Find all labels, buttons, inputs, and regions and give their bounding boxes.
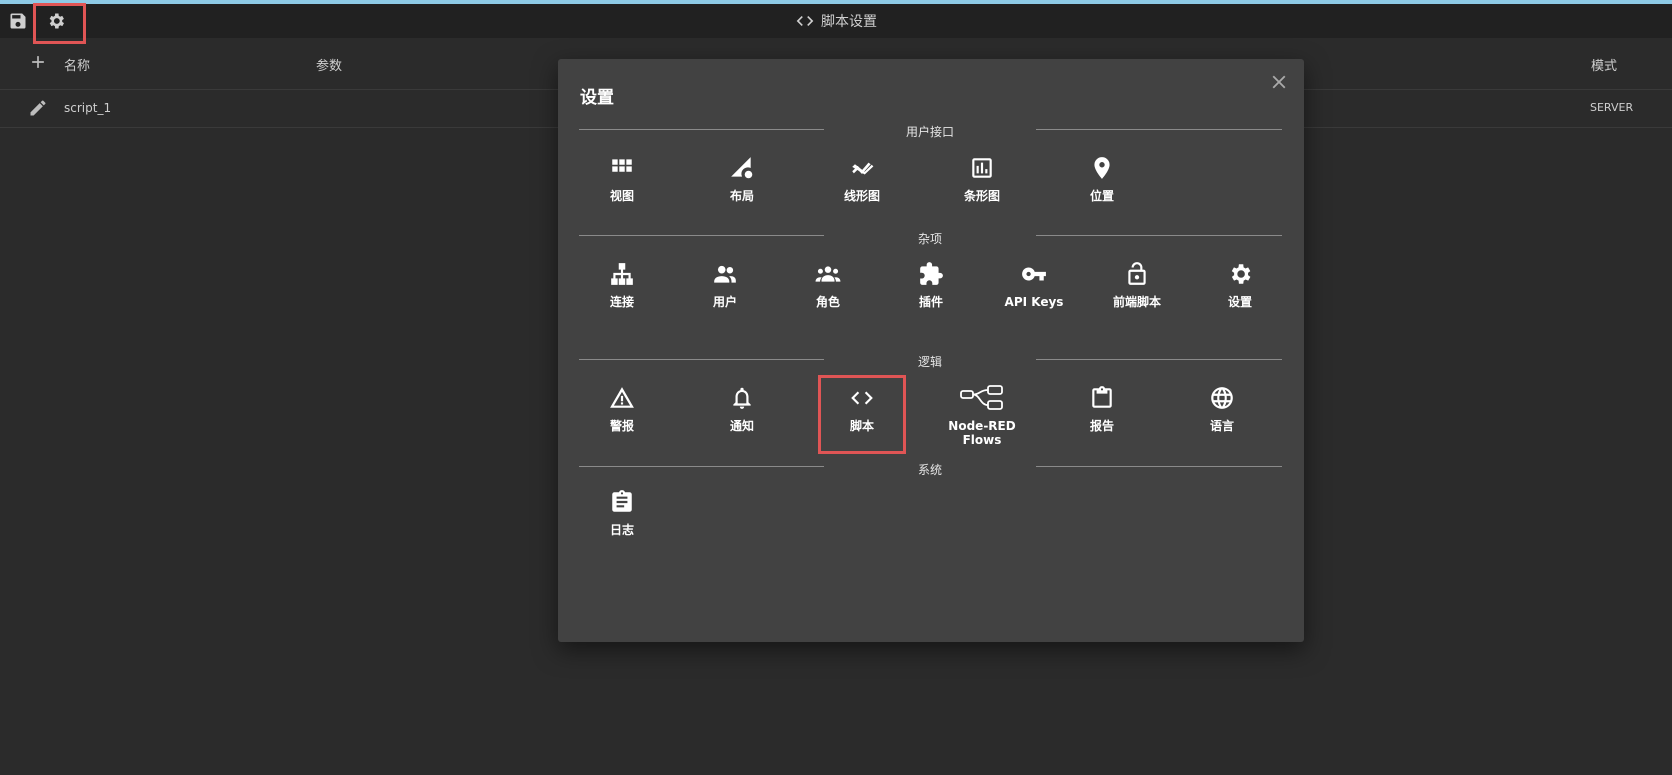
bar-chart-icon — [972, 158, 992, 178]
scripts-highlight — [818, 375, 906, 454]
tile-label: 通知 — [729, 419, 754, 433]
tile-connections[interactable]: 连接 — [574, 261, 670, 309]
tile-label: 布局 — [729, 189, 754, 203]
tile-label: 角色 — [815, 295, 840, 309]
tile-label: 用户 — [712, 295, 737, 309]
tile-label: 位置 — [1089, 189, 1114, 203]
tile-settings[interactable]: 设置 — [1192, 261, 1288, 309]
tile-label: 线形图 — [843, 189, 880, 203]
globe-icon — [1211, 387, 1233, 409]
tile-logs[interactable]: 日志 — [574, 489, 670, 537]
tile-node-red-flows[interactable]: Node-RED Flows — [934, 385, 1030, 447]
divider — [1036, 466, 1282, 467]
warning-icon — [610, 387, 634, 408]
tile-label: 语言 — [1209, 419, 1234, 433]
tile-label: 前端脚本 — [1112, 295, 1161, 309]
column-header-mode[interactable]: 模式 — [1591, 55, 1617, 74]
section-label-system: 系统 — [917, 463, 943, 477]
dialog-title: 设置 — [580, 88, 614, 108]
divider — [579, 466, 824, 467]
close-icon — [1272, 75, 1286, 89]
tile-label: API Keys — [1004, 295, 1064, 309]
tile-label: 警报 — [609, 419, 634, 433]
tile-label: 插件 — [918, 295, 943, 309]
tile-alarms[interactable]: 警报 — [574, 385, 670, 433]
tile-bar-chart[interactable]: 条形图 — [934, 155, 1030, 203]
layout-icon — [731, 157, 753, 179]
gear-icon — [1231, 264, 1251, 284]
assignment-icon — [612, 490, 632, 512]
tile-plugins[interactable]: 插件 — [883, 261, 979, 309]
tile-label: 日志 — [609, 523, 634, 537]
tile-label: Node-RED Flows — [948, 419, 1016, 447]
edit-icon[interactable] — [28, 98, 48, 118]
row-mode: SERVER — [1590, 101, 1634, 114]
page-title: 脚本设置 — [0, 4, 1672, 38]
tile-label: 视图 — [609, 189, 634, 203]
column-header-name[interactable]: 名称 — [64, 55, 90, 74]
location-pin-icon — [1094, 157, 1110, 179]
close-button[interactable] — [1268, 71, 1290, 93]
tile-label: 连接 — [609, 295, 634, 309]
group-icon — [815, 266, 841, 282]
tile-users[interactable]: 用户 — [677, 261, 773, 309]
key-icon — [1022, 267, 1046, 281]
tile-location[interactable]: 位置 — [1054, 155, 1150, 203]
tile-label: 条形图 — [963, 189, 1000, 203]
settings-dialog: 设置 用户接口 视图 布局 线形图 条形图 位置 杂项 连接 用户 角色 插件 … — [558, 59, 1304, 642]
divider — [1036, 235, 1282, 236]
grid-icon — [612, 159, 632, 172]
tile-notifications[interactable]: 通知 — [694, 385, 790, 433]
column-header-params[interactable]: 参数 — [316, 55, 342, 74]
tile-label: 报告 — [1089, 419, 1114, 433]
divider — [579, 235, 824, 236]
tile-roles[interactable]: 角色 — [780, 261, 876, 309]
tile-label: 设置 — [1227, 295, 1252, 309]
section-label-ui: 用户接口 — [905, 125, 955, 139]
tile-api-keys[interactable]: API Keys — [986, 261, 1082, 309]
tile-reports[interactable]: 报告 — [1054, 385, 1150, 433]
users-icon — [714, 265, 736, 283]
divider — [579, 129, 824, 130]
tile-frontend-scripts[interactable]: 前端脚本 — [1089, 261, 1185, 309]
tile-views[interactable]: 视图 — [574, 155, 670, 203]
code-icon — [796, 16, 814, 26]
section-label-misc: 杂项 — [917, 232, 943, 246]
puzzle-icon — [920, 262, 943, 285]
page-title-text: 脚本设置 — [821, 14, 877, 30]
tile-language[interactable]: 语言 — [1174, 385, 1270, 433]
lock-open-icon — [1128, 262, 1146, 285]
bell-icon — [733, 387, 751, 409]
divider — [579, 359, 824, 360]
line-chart-icon — [852, 162, 874, 175]
node-red-icon — [960, 385, 1003, 410]
divider — [1036, 359, 1282, 360]
tile-line-chart[interactable]: 线形图 — [814, 155, 910, 203]
row-name: script_1 — [64, 101, 112, 115]
clipboard-icon — [1092, 386, 1112, 408]
sitemap-icon — [611, 263, 633, 285]
tile-layout[interactable]: 布局 — [694, 155, 790, 203]
add-icon[interactable] — [28, 52, 48, 72]
divider — [1036, 129, 1282, 130]
section-label-logic: 逻辑 — [917, 355, 943, 369]
